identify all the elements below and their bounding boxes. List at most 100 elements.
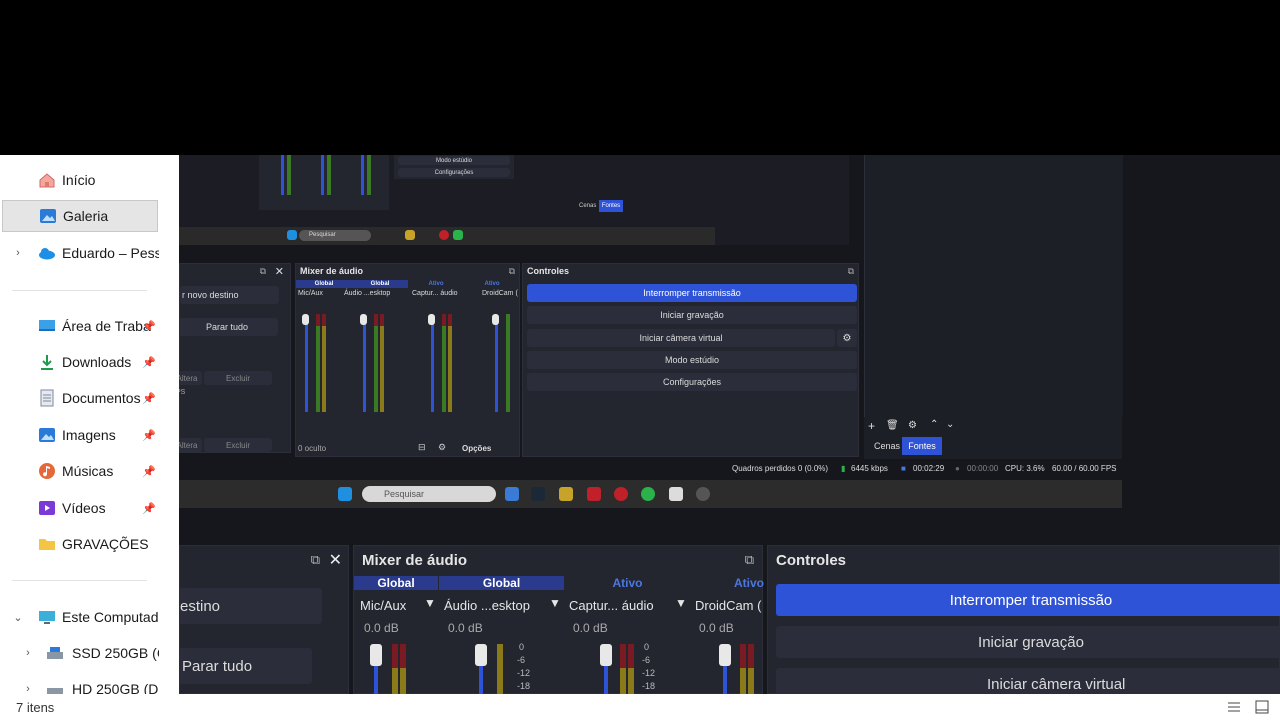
settings-button-mid[interactable]: Configurações	[527, 373, 857, 391]
mixer-options-button[interactable]: Opções	[462, 444, 491, 453]
nav-downloads[interactable]: Downloads 📌	[0, 346, 159, 378]
nav-this-pc-label: Este Computado	[62, 609, 159, 625]
tiles-view-icon[interactable]	[1254, 699, 1270, 715]
edit-destination-button-1[interactable]: Altera	[179, 371, 202, 385]
nav-home[interactable]: Início	[0, 164, 159, 196]
small-ctrl-item-1: Modo estúdio	[398, 156, 510, 165]
nav-recordings-folder[interactable]: GRAVAÇÕES	[0, 528, 159, 560]
whatsapp-icon[interactable]	[641, 487, 655, 501]
undock-icon-large[interactable]: ⧉	[311, 552, 320, 568]
item-count: 7 itens	[16, 699, 55, 715]
nav-desktop[interactable]: Área de Traba 📌	[0, 310, 159, 342]
start-virtual-cam-button-mid[interactable]: Iniciar câmera virtual	[527, 329, 835, 347]
nav-pictures[interactable]: Imagens 📌	[0, 419, 159, 451]
gear-icon[interactable]: ⚙	[908, 420, 917, 431]
obs-icon[interactable]	[696, 487, 710, 501]
mixer-channel-1-menu[interactable]: ▼	[424, 596, 436, 610]
add-icon[interactable]: +	[868, 419, 875, 433]
drive-icon	[46, 644, 64, 662]
edit-destination-button-2[interactable]: Altera	[179, 438, 202, 452]
taskbar-search[interactable]: Pesquisar	[362, 486, 496, 502]
controls-panel-mid: Controles ⧉ Interromper transmissão Inic…	[522, 263, 859, 457]
start-recording-button[interactable]: Iniciar gravação	[776, 626, 1280, 658]
mixer-col-head-4: Ativo	[734, 576, 764, 590]
explorer-divider	[159, 155, 179, 694]
pin-icon: 📌	[142, 465, 156, 478]
mixer-layout-icon[interactable]: ⊟	[418, 442, 426, 453]
stop-stream-button[interactable]: Interromper transmissão	[776, 584, 1280, 616]
nav-onedrive[interactable]: › Eduardo – Pesso	[0, 237, 159, 269]
mixer-col-head-3-mid: Ativo	[428, 281, 444, 287]
move-down-icon[interactable]: ⌄	[946, 419, 954, 430]
app-red-icon[interactable]	[587, 487, 601, 501]
nav-documents[interactable]: Documentos 📌	[0, 382, 159, 414]
mixer-channel-1: Mic/Aux	[360, 598, 407, 613]
chevron-right-icon[interactable]: ›	[12, 247, 24, 259]
opera-icon[interactable]	[614, 487, 628, 501]
chevron-down-icon[interactable]: ⌄	[12, 611, 24, 624]
mixer-settings-icon[interactable]: ⚙	[438, 442, 446, 453]
obs-capture-view: Modo estúdio Configurações Cenas Fontes …	[179, 155, 1280, 694]
kbps: 6445 kbps	[851, 464, 888, 473]
mixer-col-head-4-mid: Ativo	[484, 281, 500, 287]
small-ctrl-item-2: Configurações	[398, 168, 510, 177]
new-destination-button-large[interactable]: estino	[179, 588, 322, 624]
file-explorer-icon[interactable]	[559, 487, 573, 501]
app-white-icon[interactable]	[669, 487, 683, 501]
delete-destination-button-1[interactable]: Excluir	[204, 371, 272, 385]
volume-slider-4[interactable]	[719, 644, 731, 666]
explorer-status-bar: 7 itens	[0, 694, 1280, 720]
stop-all-button[interactable]: Parar tudo	[179, 318, 278, 336]
mixer-channel-3-menu[interactable]: ▼	[675, 596, 687, 610]
nav-this-pc[interactable]: ⌄ Este Computado	[0, 601, 159, 633]
move-up-icon[interactable]: ⌃	[930, 419, 938, 430]
start-recording-button-mid[interactable]: Iniciar gravação	[527, 306, 857, 324]
mixer-col-head-1-mid: Global	[296, 280, 352, 288]
close-icon[interactable]: ✕	[275, 265, 284, 278]
nested-screen-small: Modo estúdio Configurações Cenas Fontes …	[179, 155, 849, 245]
delete-destination-button-2[interactable]: Excluir	[204, 438, 272, 452]
mixer-undock-icon-large[interactable]: ⧉	[745, 552, 754, 568]
stop-stream-button-mid[interactable]: Interromper transmissão	[527, 284, 857, 302]
new-destination-button[interactable]: r novo destino	[180, 286, 279, 304]
nav-onedrive-label: Eduardo – Pesso	[62, 245, 159, 261]
volume-slider-1[interactable]	[370, 644, 382, 666]
rec-icon: ●	[955, 464, 960, 473]
virtual-cam-settings-icon[interactable]: ⚙	[837, 329, 857, 347]
mixer-channel-2: Áudio ...esktop	[444, 598, 530, 613]
nav-gallery[interactable]: Galeria	[2, 200, 158, 232]
small-taskbar: Pesquisar	[179, 227, 715, 245]
start-virtual-cam-button[interactable]: Iniciar câmera virtual	[776, 668, 1280, 694]
explorer-nav-pane: Início Galeria › Eduardo – Pesso Área de…	[0, 155, 159, 694]
tick-12-a: -12	[517, 668, 531, 678]
tab-scenes[interactable]: Cenas	[874, 441, 900, 451]
undock-icon[interactable]: ⧉	[260, 266, 266, 277]
close-icon-large[interactable]: ✕	[329, 550, 342, 570]
studio-mode-button-mid[interactable]: Modo estúdio	[527, 351, 857, 369]
chevron-right-icon[interactable]: ›	[22, 683, 34, 694]
details-view-icon[interactable]	[1226, 699, 1242, 715]
stop-all-button-large[interactable]: Parar tudo	[179, 648, 312, 684]
volume-slider-2[interactable]	[475, 644, 487, 666]
nav-recordings-label: GRAVAÇÕES	[62, 536, 149, 552]
nav-music-label: Músicas	[62, 463, 114, 479]
volume-slider-3[interactable]	[600, 644, 612, 666]
mixer-channel-2-menu[interactable]: ▼	[549, 596, 561, 610]
steam-icon[interactable]	[531, 487, 545, 501]
nav-videos[interactable]: Vídeos 📌	[0, 492, 159, 524]
explorer-icon-small	[405, 230, 415, 240]
store-icon[interactable]	[505, 487, 519, 501]
controls-title-large: Controles	[776, 552, 847, 569]
nav-drive-c[interactable]: › SSD 250GB (C:)	[0, 637, 159, 669]
controls-undock-icon-mid[interactable]: ⧉	[848, 266, 854, 277]
windows-start-icon[interactable]	[338, 487, 352, 501]
nav-music[interactable]: Músicas 📌	[0, 455, 159, 487]
small-tab-sources: Fontes	[599, 200, 623, 212]
mixer-undock-icon-mid[interactable]: ⧉	[509, 266, 515, 277]
trash-icon[interactable]: 🗑	[886, 420, 899, 431]
dropped-frames: Quadros perdidos 0 (0.0%)	[732, 464, 829, 473]
chevron-right-icon[interactable]: ›	[22, 647, 34, 659]
nav-downloads-label: Downloads	[62, 354, 132, 370]
nav-drive-d[interactable]: › HD 250GB (D:)	[0, 673, 159, 694]
tab-sources[interactable]: Fontes	[902, 437, 942, 455]
